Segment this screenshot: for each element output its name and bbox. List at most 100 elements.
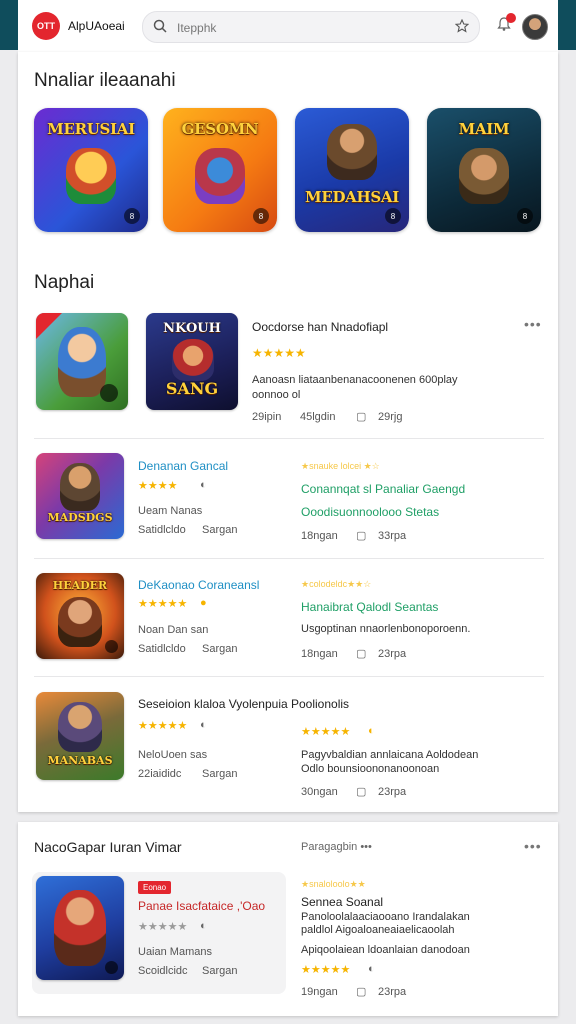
tile-corner-badge: 8 bbox=[517, 208, 533, 224]
game-character-art bbox=[58, 597, 102, 647]
favorite-star-icon[interactable] bbox=[454, 18, 470, 38]
rating-stars: ★★★★★ bbox=[301, 964, 351, 976]
bottom-section-link[interactable]: Paragagbin ••• bbox=[301, 841, 372, 853]
rating-stars: ★★★★ bbox=[138, 480, 178, 492]
game-description: Aanoasn liataanbenanacoonenen 600play bbox=[252, 374, 458, 386]
thumbnail-title: MADSDGS bbox=[47, 511, 113, 524]
game-character-art bbox=[66, 148, 116, 204]
featured-tile-label: GESOMN bbox=[181, 120, 259, 138]
tile-corner-badge bbox=[100, 384, 118, 402]
thumbnail-title: HEADER bbox=[52, 579, 108, 592]
tile-corner-badge bbox=[105, 961, 118, 974]
rating-stars: ★snauke lolcei ★☆ bbox=[301, 461, 380, 471]
feature-link[interactable]: Hanaibrat Qalodl Seantas bbox=[301, 600, 438, 614]
search-bar[interactable] bbox=[142, 11, 480, 43]
game-title[interactable]: Seseioion klaloa Vyolenpuia Poolionolis bbox=[138, 697, 349, 711]
game-thumbnail[interactable]: MADSDGS bbox=[36, 453, 124, 539]
meta-stat: 33rpa bbox=[378, 530, 407, 542]
app-logo[interactable]: OTT bbox=[32, 12, 60, 40]
more-options-button[interactable]: ••• bbox=[524, 838, 542, 854]
thumbnail-title: MANABAS bbox=[47, 754, 113, 767]
bottom-section-title: NacoGapar Iuran Vimar bbox=[34, 839, 182, 855]
corner-ribbon bbox=[36, 313, 62, 339]
game-character-art bbox=[54, 890, 106, 966]
game-thumbnail[interactable]: HEADER bbox=[36, 573, 124, 659]
featured-tile-label: MEDAHSAI bbox=[305, 188, 399, 206]
user-avatar[interactable] bbox=[522, 14, 548, 40]
rating-badge-icon: ● bbox=[200, 597, 207, 609]
featured-game-tile[interactable]: MEDAHSAI 8 bbox=[295, 108, 409, 232]
thumbnail-title: NKOUH bbox=[163, 321, 221, 336]
feature-description-2: paldlol Aigoaloaneaiaelicaoolah bbox=[301, 924, 455, 936]
game-character-art bbox=[172, 339, 214, 381]
featured-section-title: Nnaliar ileaanahi bbox=[34, 70, 176, 91]
rating-stars: ★★★★★ bbox=[138, 720, 188, 732]
meta-stat: 23rpa bbox=[378, 786, 407, 798]
featured-game-tile[interactable]: MERUSIAI 8 bbox=[34, 108, 148, 232]
game-character-art bbox=[195, 148, 245, 204]
feature-link[interactable]: Conannqat sl Panaliar Gaengd bbox=[301, 482, 465, 496]
feature-link[interactable]: Ooodisuonnoolooo Stetas bbox=[301, 505, 439, 519]
meta-stat: 29ipin bbox=[252, 411, 282, 423]
game-character-art bbox=[327, 124, 377, 180]
search-icon bbox=[153, 19, 167, 38]
comment-icon: ▢ bbox=[356, 648, 367, 660]
game-title[interactable]: Denanan Gancal bbox=[138, 459, 228, 473]
feature-description: Panoloolalaaciaooano Irandalakan bbox=[301, 911, 470, 923]
rating-badge-icon: ◐ bbox=[368, 725, 375, 737]
feature-description: Pagyvbaldian annlaicana Aoldodean bbox=[301, 749, 479, 761]
game-character-art bbox=[459, 148, 509, 204]
feature-title[interactable]: Sennea Soanal bbox=[301, 895, 383, 909]
meta-stat: 18ngan bbox=[301, 648, 338, 660]
category-tag: Sargan bbox=[202, 524, 238, 536]
meta-stat: 19ngan bbox=[301, 986, 338, 998]
game-character-art bbox=[58, 327, 106, 397]
game-thumbnail[interactable]: MANABAS bbox=[36, 692, 124, 780]
featured-tile-label: MAIM bbox=[458, 120, 510, 138]
row-divider bbox=[34, 438, 544, 439]
game-thumbnail[interactable] bbox=[36, 876, 124, 980]
promo-tag: Eonao bbox=[138, 881, 172, 894]
category-tag: Sargan bbox=[202, 965, 238, 977]
category-label: 22iaididc bbox=[138, 768, 182, 780]
meta-stat: 45lgdin bbox=[300, 411, 336, 423]
developer-name: NeloUoen sas bbox=[138, 749, 208, 761]
category-tag: Sargan bbox=[202, 643, 238, 655]
more-options-button[interactable]: ••• bbox=[524, 316, 542, 332]
meta-stat: 18ngan bbox=[301, 530, 338, 542]
category-tag: Sargan bbox=[202, 768, 238, 780]
comment-icon: ▢ bbox=[356, 986, 367, 998]
game-title[interactable]: Panae Isacfataice ,'Oao bbox=[138, 899, 265, 913]
rating-stars: ★snaloloolo★★ bbox=[301, 879, 366, 889]
feature-description: Usgoptinan nnaorlenbonoporoenn. bbox=[301, 623, 471, 635]
featured-game-tile[interactable]: MAIM 8 bbox=[427, 108, 541, 232]
developer-name: Ueam Nanas bbox=[138, 505, 203, 517]
notification-badge bbox=[506, 13, 516, 23]
meta-stat: 23rpa bbox=[378, 986, 407, 998]
rating-stars: ★★★★★ bbox=[252, 346, 306, 360]
rating-stars: ★★★★★ bbox=[138, 598, 188, 610]
tile-corner-badge bbox=[105, 640, 118, 653]
meta-stat: 29rjg bbox=[378, 411, 403, 423]
app-header: OTT AlpUAoeai bbox=[18, 0, 558, 52]
game-character-art bbox=[60, 463, 100, 511]
game-description-2: oonnoo ol bbox=[252, 389, 301, 401]
meta-stat: 30ngan bbox=[301, 786, 338, 798]
game-title[interactable]: Oocdorse han Nnadofiapl bbox=[252, 320, 388, 334]
search-input[interactable] bbox=[175, 18, 439, 38]
comment-icon: ▢ bbox=[356, 411, 367, 423]
game-thumbnail[interactable]: NKOUH SANG bbox=[146, 313, 238, 410]
rating-badge-icon: ◐ bbox=[200, 920, 207, 932]
featured-game-tile[interactable]: GESOMN 8 bbox=[163, 108, 277, 232]
comment-icon: ▢ bbox=[356, 786, 367, 798]
app-name: AlpUAoeai bbox=[68, 19, 125, 33]
developer-name: Uaian Mamans bbox=[138, 946, 212, 958]
developer-name: Noan Dan san bbox=[138, 624, 209, 636]
row-divider bbox=[34, 558, 544, 559]
rating-stars: ★★★★★ bbox=[301, 726, 351, 738]
game-title[interactable]: DeKaonao Coraneansl bbox=[138, 578, 259, 592]
game-thumbnail[interactable] bbox=[36, 313, 128, 410]
row-divider bbox=[34, 676, 544, 677]
category-label: Scoidlcidc bbox=[138, 965, 188, 977]
rating-stars: ★★★★★ bbox=[138, 921, 188, 933]
